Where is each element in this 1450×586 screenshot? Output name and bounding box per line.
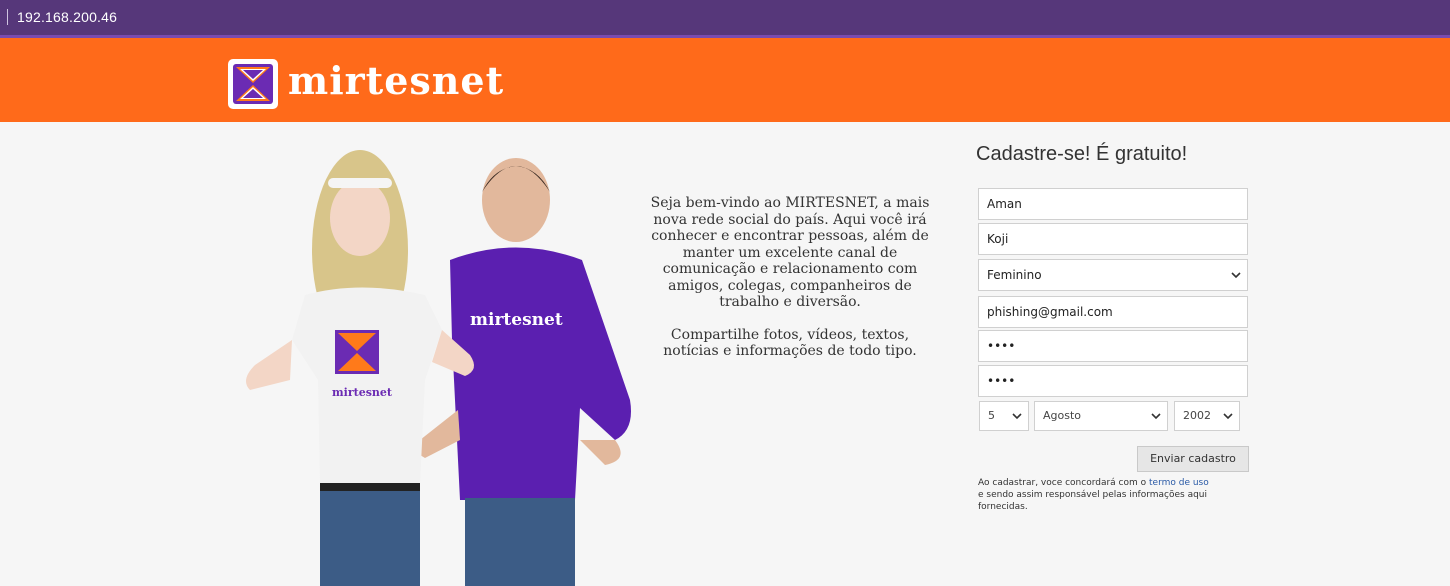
chevron-down-icon bbox=[1231, 272, 1241, 279]
mirtesnet-logo-icon bbox=[228, 59, 278, 109]
submit-button[interactable]: Enviar cadastro bbox=[1137, 446, 1249, 472]
address-text[interactable]: 192.168.200.46 bbox=[17, 9, 117, 25]
shirt-text-left: mirtesnet bbox=[332, 386, 393, 399]
birth-day-select[interactable]: 5 bbox=[979, 401, 1029, 431]
welcome-paragraph-1: Seja bem-vindo ao MIRTESNET, a mais nova… bbox=[650, 195, 930, 310]
password-input[interactable]: •••• bbox=[978, 330, 1248, 362]
chevron-down-icon bbox=[1012, 413, 1022, 420]
terms-link[interactable]: termo de uso bbox=[1149, 478, 1209, 488]
terms-suffix: e sendo assim responsável pelas informaç… bbox=[978, 490, 1208, 512]
birth-year-value: 2002 bbox=[1183, 409, 1211, 422]
text-cursor bbox=[7, 9, 8, 25]
email-input[interactable]: phishing@gmail.com bbox=[978, 296, 1248, 328]
welcome-paragraph-2: Compartilhe fotos, vídeos, textos, notíc… bbox=[663, 326, 917, 360]
hero-image-couple: mirtesnet mirtesnet bbox=[246, 150, 631, 586]
birth-year-select[interactable]: 2002 bbox=[1174, 401, 1240, 431]
birth-day-value: 5 bbox=[988, 409, 995, 422]
terms-notice: Ao cadastrar, voce concordará com o term… bbox=[978, 477, 1253, 513]
browser-address-bar[interactable]: 192.168.200.46 bbox=[0, 0, 1450, 38]
welcome-text: Seja bem-vindo ao MIRTESNET, a mais nova… bbox=[640, 195, 940, 376]
terms-prefix: Ao cadastrar, voce concordará com o bbox=[978, 478, 1149, 488]
birth-month-value: Agosto bbox=[1043, 409, 1082, 422]
gender-select[interactable]: Feminino bbox=[978, 259, 1248, 291]
chevron-down-icon bbox=[1223, 413, 1233, 420]
shirt-text-right: mirtesnet bbox=[470, 310, 563, 330]
birth-month-select[interactable]: Agosto bbox=[1034, 401, 1168, 431]
last-name-input[interactable]: Koji bbox=[978, 223, 1248, 255]
password-confirm-input[interactable]: •••• bbox=[978, 365, 1248, 397]
first-name-input[interactable]: Aman bbox=[978, 188, 1248, 220]
site-header: mirtesnet bbox=[0, 38, 1450, 122]
gender-value: Feminino bbox=[987, 268, 1042, 282]
chevron-down-icon bbox=[1151, 413, 1161, 420]
brand-wordmark: mirtesnet bbox=[288, 58, 505, 103]
signup-title: Cadastre-se! É gratuito! bbox=[976, 143, 1188, 165]
